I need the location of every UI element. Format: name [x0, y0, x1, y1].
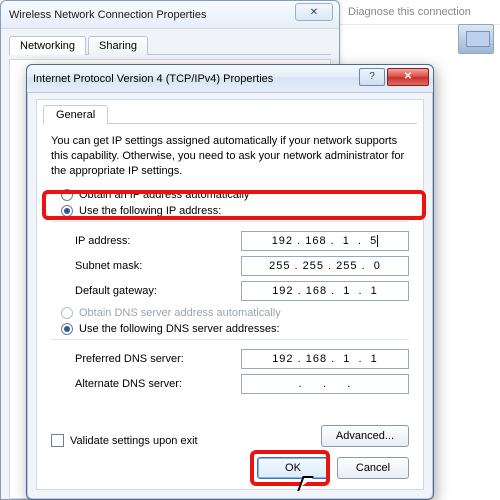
- radio-label: Obtain DNS server address automatically: [79, 307, 281, 319]
- radio-obtain-dns-auto: Obtain DNS server address automatically: [61, 307, 409, 319]
- ip-address-row: IP address: 192 . 168 . 1 . 5: [75, 231, 409, 251]
- preferred-dns-label: Preferred DNS server:: [75, 353, 184, 365]
- radio-icon: [61, 307, 73, 319]
- wireless-titlebar[interactable]: Wireless Network Connection Properties ✕: [1, 1, 339, 29]
- default-gateway-label: Default gateway:: [75, 285, 157, 297]
- radio-icon: [61, 323, 73, 335]
- tab-networking[interactable]: Networking: [9, 36, 86, 55]
- alternate-dns-input[interactable]: . . .: [241, 374, 409, 394]
- radio-label: Use the following IP address:: [79, 205, 221, 217]
- adapter-icon: [458, 24, 494, 54]
- validate-checkbox-row[interactable]: Validate settings upon exit: [51, 434, 198, 447]
- radio-use-following-dns[interactable]: Use the following DNS server addresses:: [61, 323, 409, 335]
- tab-sharing[interactable]: Sharing: [88, 36, 148, 55]
- close-button[interactable]: ✕: [387, 68, 429, 86]
- close-icon[interactable]: ✕: [295, 3, 333, 21]
- description-text: You can get IP settings assigned automat…: [51, 134, 409, 179]
- cancel-button[interactable]: Cancel: [337, 457, 409, 479]
- subnet-mask-input[interactable]: 255 . 255 . 255 . 0: [241, 256, 409, 276]
- ipv4-titlebar[interactable]: Internet Protocol Version 4 (TCP/IPv4) P…: [27, 65, 433, 93]
- wireless-title: Wireless Network Connection Properties: [9, 9, 206, 21]
- preferred-dns-input[interactable]: 192 . 168 . 1 . 1: [241, 349, 409, 369]
- default-gateway-input[interactable]: 192 . 168 . 1 . 1: [241, 281, 409, 301]
- radio-obtain-ip-auto[interactable]: Obtain an IP address automatically: [61, 189, 409, 201]
- subnet-mask-row: Subnet mask: 255 . 255 . 255 . 0: [75, 256, 409, 276]
- ok-button[interactable]: OK: [257, 457, 329, 479]
- help-button[interactable]: ?: [359, 68, 385, 86]
- ip-address-label: IP address:: [75, 235, 130, 247]
- alternate-dns-row: Alternate DNS server: . . .: [75, 374, 409, 394]
- text-caret: [377, 235, 378, 247]
- validate-label: Validate settings upon exit: [70, 435, 198, 447]
- checkbox-icon[interactable]: [51, 434, 64, 447]
- radio-icon: [61, 205, 73, 217]
- diagnose-link[interactable]: Diagnose this connection: [340, 0, 500, 25]
- default-gateway-row: Default gateway: 192 . 168 . 1 . 1: [75, 281, 409, 301]
- advanced-button[interactable]: Advanced...: [321, 425, 409, 447]
- radio-use-following-ip[interactable]: Use the following IP address:: [61, 205, 409, 217]
- subnet-mask-label: Subnet mask:: [75, 260, 142, 272]
- ipv4-title: Internet Protocol Version 4 (TCP/IPv4) P…: [33, 73, 273, 85]
- tab-general[interactable]: General: [43, 105, 108, 124]
- radio-label: Use the following DNS server addresses:: [79, 323, 280, 335]
- ipv4-properties-dialog: Internet Protocol Version 4 (TCP/IPv4) P…: [26, 64, 434, 500]
- radio-label: Obtain an IP address automatically: [79, 189, 249, 201]
- alternate-dns-label: Alternate DNS server:: [75, 378, 182, 390]
- preferred-dns-row: Preferred DNS server: 192 . 168 . 1 . 1: [75, 349, 409, 369]
- radio-icon: [61, 189, 73, 201]
- ip-address-input[interactable]: 192 . 168 . 1 . 5: [241, 231, 409, 251]
